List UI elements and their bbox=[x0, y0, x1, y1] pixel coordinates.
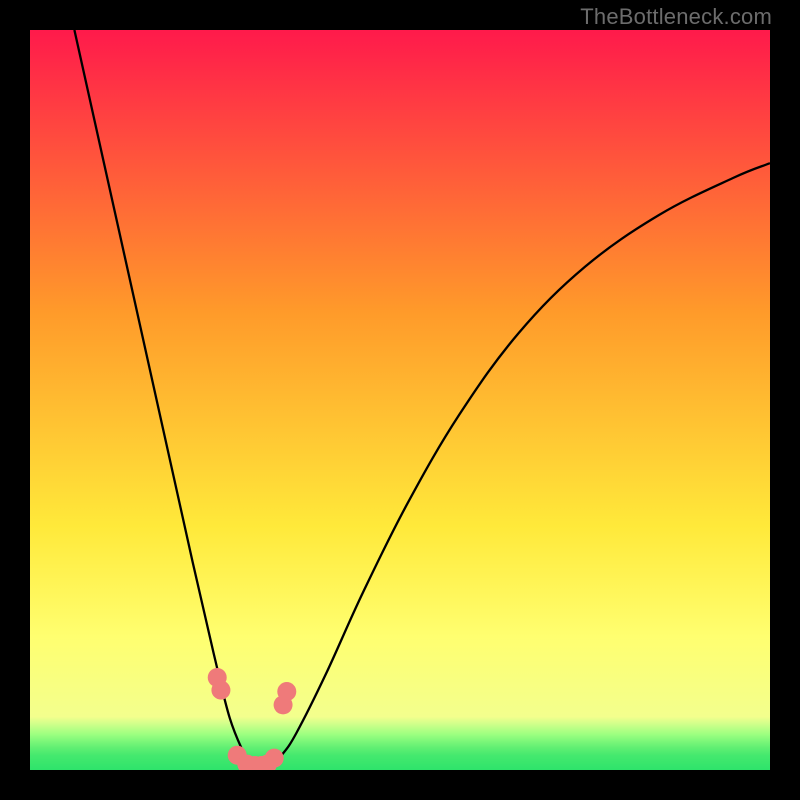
chart-frame: TheBottleneck.com bbox=[0, 0, 800, 800]
background-gradient bbox=[30, 30, 770, 770]
plot-area bbox=[30, 30, 770, 770]
watermark-text: TheBottleneck.com bbox=[580, 4, 772, 30]
